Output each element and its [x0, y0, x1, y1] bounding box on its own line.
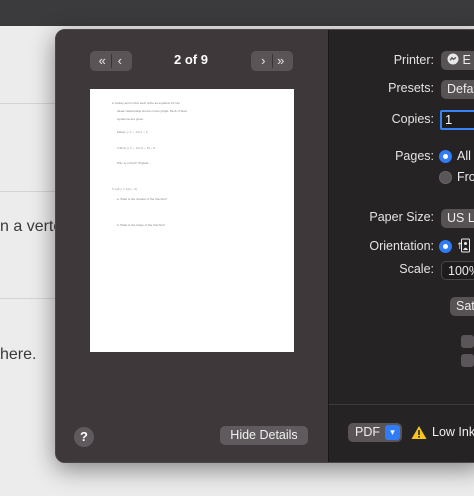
- pdf-menu-button[interactable]: PDF ▾: [348, 423, 402, 442]
- settings-pane: Printer: Presets: Copies: Pages: Paper S…: [329, 30, 474, 462]
- warning-icon: [411, 426, 427, 439]
- pdf-label: PDF: [355, 425, 380, 439]
- options-section-popup[interactable]: Sat: [450, 297, 474, 316]
- dialog-bottom-bar: PDF ▾ Low Ink.: [329, 404, 474, 462]
- print-dialog: « ‹ 2 of 9 › » 4. Kelsey and Colton each…: [55, 29, 474, 463]
- svg-text:↑: ↑: [456, 242, 464, 252]
- preview-pane: « ‹ 2 of 9 › » 4. Kelsey and Colton each…: [56, 30, 328, 462]
- pages-all-label: All: [457, 149, 471, 163]
- background-divider: [0, 298, 60, 299]
- pages-from-label: Fro: [457, 170, 474, 184]
- next-page-icon[interactable]: ›: [255, 51, 272, 71]
- first-page-icon[interactable]: «: [94, 51, 111, 71]
- portrait-orientation-icon: ↑: [456, 238, 470, 253]
- help-button[interactable]: ?: [74, 427, 94, 447]
- background-toolbar: [0, 0, 474, 26]
- preview-text: 4. Kelsey and Colton each write an equat…: [112, 102, 180, 105]
- background-divider: [0, 191, 60, 192]
- pages-label: Pages:: [395, 149, 434, 163]
- preview-text: Who is correct? Explain.: [117, 162, 150, 165]
- background-divider: [0, 103, 60, 104]
- page-preview: 4. Kelsey and Colton each write an equat…: [90, 89, 294, 352]
- pages-from-radio[interactable]: [439, 171, 452, 184]
- paper-size-popup[interactable]: US L: [441, 209, 474, 228]
- orientation-portrait-radio[interactable]: [439, 240, 452, 253]
- option-checkbox[interactable]: [461, 335, 474, 348]
- printer-popup[interactable]: E: [441, 51, 474, 70]
- scale-field[interactable]: 100%: [441, 261, 474, 280]
- printer-label: Printer:: [393, 53, 434, 67]
- background-text: n a verte: [0, 218, 63, 235]
- page-forward-controls: › »: [251, 51, 293, 71]
- low-ink-warning: Low Ink.: [432, 425, 474, 439]
- preview-text: Kelsey: y = − 1/2 x − 2: [117, 131, 148, 134]
- orientation-label: Orientation:: [369, 239, 434, 253]
- previous-page-icon[interactable]: ‹: [111, 51, 128, 71]
- page-indicator: 2 of 9: [174, 52, 208, 67]
- last-page-icon[interactable]: »: [272, 51, 289, 71]
- preview-text: equations are given.: [117, 118, 144, 121]
- printer-status-icon: [447, 53, 459, 65]
- scale-label: Scale:: [399, 262, 434, 276]
- paper-size-label: Paper Size:: [369, 210, 434, 224]
- preview-text: Colton: y = − 1/2 (x − 8) − 6: [117, 147, 156, 150]
- copies-label: Copies:: [391, 112, 434, 126]
- settings-labels: Printer: Presets: Copies: Pages: Paper S…: [329, 30, 434, 462]
- copies-field[interactable]: 1: [440, 110, 474, 130]
- hide-details-button[interactable]: Hide Details: [220, 426, 308, 445]
- chevron-down-icon: ▾: [385, 425, 400, 440]
- preview-text: a. What is the domain of the function?: [117, 198, 168, 201]
- background-text: here.: [0, 346, 37, 363]
- option-checkbox[interactable]: [461, 354, 474, 367]
- preview-text: linear relationship shown on the graph. …: [117, 110, 187, 113]
- presets-label: Presets:: [388, 81, 434, 95]
- preview-text: 5. Let y = 1/(x − 5): [112, 188, 138, 191]
- page-back-controls: « ‹: [90, 51, 132, 71]
- preview-text: b. What is the range of the function?: [117, 224, 166, 227]
- presets-popup[interactable]: Defa: [441, 80, 474, 99]
- printer-value: E: [462, 53, 471, 67]
- pages-all-radio[interactable]: [439, 150, 452, 163]
